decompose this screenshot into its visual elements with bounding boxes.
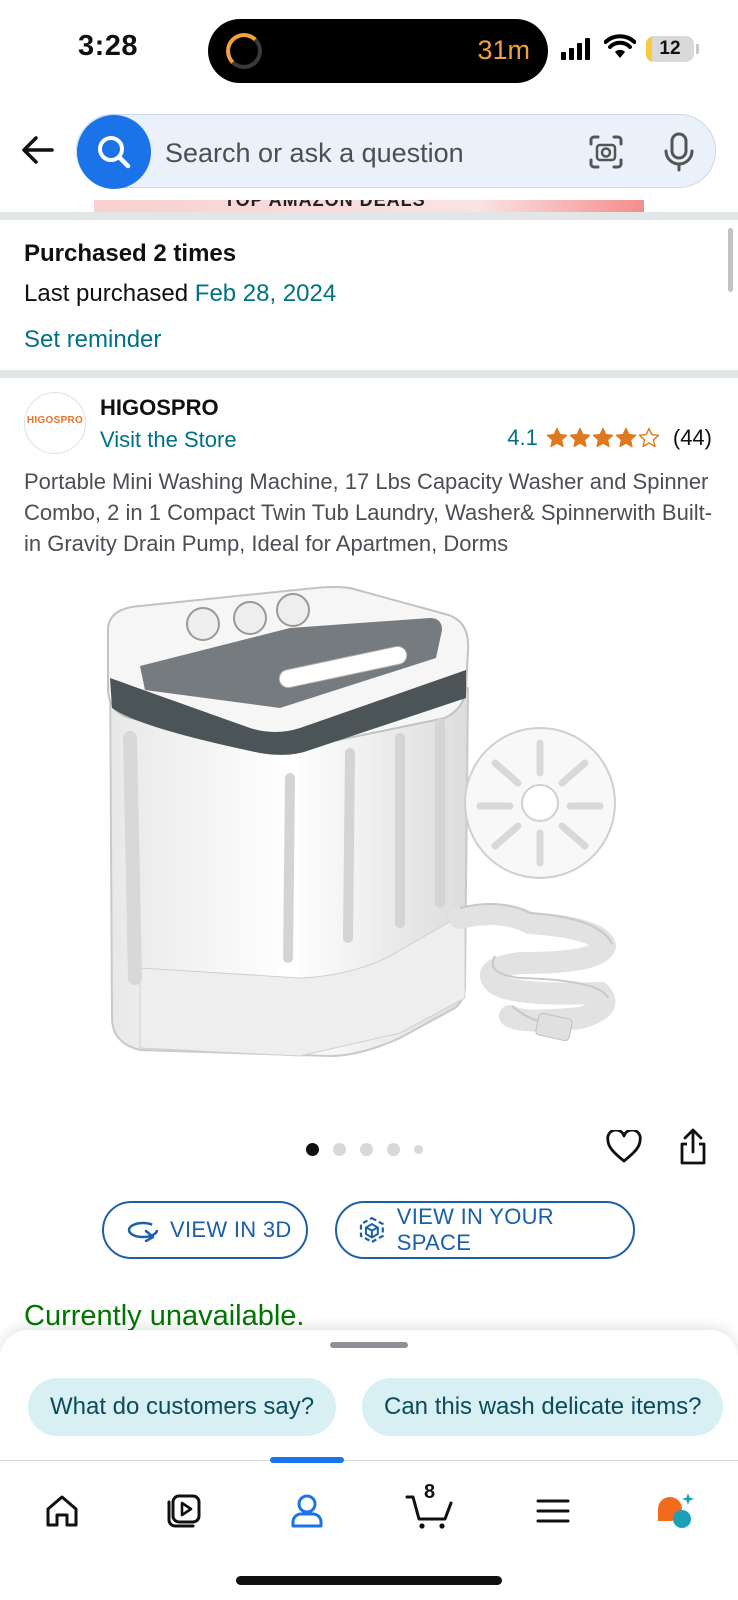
section-divider — [0, 212, 738, 220]
home-icon — [46, 1495, 78, 1527]
nav-account[interactable] — [279, 1483, 335, 1539]
share-icon[interactable] — [678, 1128, 708, 1166]
view-in-3d-button[interactable]: VIEW IN 3D — [102, 1201, 308, 1259]
star-icon — [546, 427, 568, 448]
cart-count-badge: 8 — [424, 1481, 436, 1503]
battery-level: 12 — [659, 38, 681, 59]
star-icon — [569, 427, 591, 448]
back-arrow-icon[interactable] — [18, 130, 58, 170]
search-header: Search or ask a question — [0, 100, 738, 212]
rotate-3d-icon — [127, 1221, 159, 1242]
view-in-3d-label: VIEW IN 3D — [170, 1217, 292, 1242]
timer-ring-icon — [226, 33, 262, 69]
image-carousel-dots[interactable] — [306, 1143, 437, 1156]
carousel-dot[interactable] — [360, 1143, 373, 1156]
carousel-dot[interactable] — [414, 1145, 423, 1154]
dynamic-island[interactable]: 31m — [208, 19, 548, 83]
nav-home[interactable] — [34, 1483, 90, 1539]
play-icon — [167, 1494, 201, 1528]
battery-icon: 12 — [646, 36, 694, 62]
activity-text: 31m — [477, 35, 530, 65]
nav-video[interactable] — [156, 1483, 212, 1539]
suggestion-chip[interactable]: What do customers say? — [28, 1378, 337, 1436]
brand-logo[interactable]: HIGOSPRO — [24, 392, 86, 454]
last-purchased-date[interactable]: Feb 28, 2024 — [195, 280, 336, 307]
rufus-icon — [658, 1493, 694, 1528]
nav-cart[interactable]: 8 — [402, 1481, 458, 1539]
status-bar: 3:28 31m 12 — [0, 0, 738, 100]
active-tab-indicator — [270, 1457, 344, 1463]
star-icon — [592, 427, 614, 448]
star-icon — [638, 427, 660, 448]
nav-menu[interactable] — [525, 1483, 581, 1539]
search-input[interactable]: Search or ask a question — [165, 138, 464, 169]
search-icon — [98, 136, 131, 169]
search-bar[interactable]: Search or ask a question — [76, 114, 716, 189]
product-image[interactable] — [100, 578, 640, 1078]
purchased-count: Purchased 2 times — [24, 240, 237, 267]
account-icon — [291, 1494, 323, 1528]
search-button[interactable] — [77, 115, 151, 189]
star-icon — [615, 427, 637, 448]
wifi-icon — [604, 34, 636, 58]
visit-store-link[interactable]: Visit the Store — [100, 427, 237, 453]
sheet-drag-handle[interactable] — [330, 1342, 408, 1348]
camera-lens-icon[interactable] — [587, 133, 625, 171]
menu-icon — [536, 1499, 570, 1523]
set-reminder-link[interactable]: Set reminder — [24, 326, 336, 354]
nav-rufus[interactable] — [648, 1483, 704, 1539]
carousel-dot[interactable] — [333, 1143, 346, 1156]
brand-name: HIGOSPRO — [100, 395, 219, 420]
product-title: Portable Mini Washing Machine, 17 Lbs Ca… — [24, 469, 713, 556]
microphone-icon[interactable] — [661, 131, 697, 173]
carousel-dot[interactable] — [306, 1143, 319, 1156]
star-rating — [546, 427, 661, 449]
last-purchased: Last purchased Feb 28, 2024 — [24, 280, 336, 308]
view-in-your-space-label: VIEW IN YOUR SPACE — [396, 1204, 554, 1255]
suggestion-sheet: What do customers say? Can this wash del… — [0, 1330, 738, 1460]
rating-summary[interactable]: 4.1 (44) — [507, 425, 712, 451]
heart-icon[interactable] — [606, 1130, 642, 1164]
battery-cap — [696, 44, 699, 54]
brand-logo-text: HIGOSPRO — [26, 415, 84, 426]
purchase-history: Purchased 2 times Last purchased Feb 28,… — [24, 240, 336, 354]
scrollbar-thumb[interactable] — [728, 228, 733, 292]
cellular-signal-icon — [561, 38, 593, 60]
view-in-your-space-button[interactable]: VIEW IN YOUR SPACE — [335, 1201, 635, 1259]
promo-banner[interactable]: TOP AMAZON DEALS — [94, 200, 644, 212]
rating-count: (44) — [672, 425, 712, 450]
ar-cube-icon — [359, 1216, 384, 1244]
last-purchased-label: Last purchased — [24, 280, 189, 307]
rating-value: 4.1 — [507, 425, 538, 450]
home-indicator[interactable] — [236, 1576, 502, 1585]
status-time: 3:28 — [78, 30, 139, 62]
section-divider — [0, 370, 738, 378]
carousel-dot[interactable] — [387, 1143, 400, 1156]
suggestion-chip[interactable]: Can this wash delicate items? — [362, 1378, 724, 1436]
availability-status: Currently unavailable. — [24, 1300, 305, 1332]
